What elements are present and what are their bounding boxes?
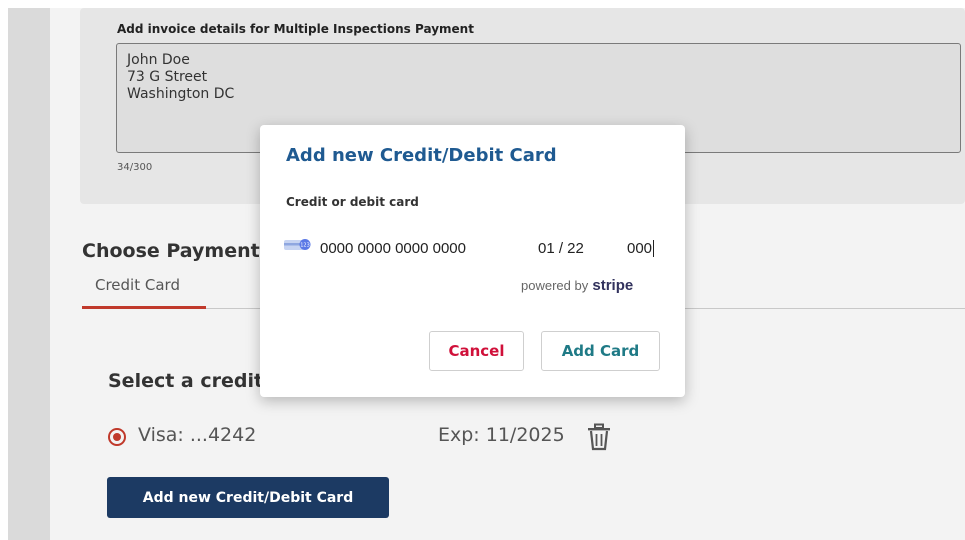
add-card-modal: Add new Credit/Debit Card Credit or debi… — [260, 125, 685, 397]
add-new-card-button[interactable]: Add new Credit/Debit Card — [107, 477, 389, 518]
trash-icon[interactable] — [586, 423, 612, 451]
svg-text:123: 123 — [300, 243, 310, 249]
top-band — [0, 0, 965, 8]
cancel-button[interactable]: Cancel — [429, 331, 524, 371]
saved-card-radio[interactable] — [108, 428, 126, 446]
powered-by-label: powered by — [521, 278, 589, 293]
invoice-details-label: Add invoice details for Multiple Inspect… — [117, 22, 474, 36]
card-number-input[interactable]: 0000 0000 0000 0000 — [320, 240, 466, 257]
add-card-button[interactable]: Add Card — [541, 331, 660, 371]
saved-card-expiry: Exp: 11/2025 — [438, 424, 565, 446]
stripe-logo: stripe — [592, 277, 634, 294]
saved-card-label: Visa: ...4242 — [138, 424, 257, 446]
modal-title: Add new Credit/Debit Card — [286, 145, 557, 166]
invoice-char-counter: 34/300 — [117, 162, 153, 173]
card-field-label: Credit or debit card — [286, 195, 419, 209]
tab-credit-card[interactable]: Credit Card — [95, 276, 180, 294]
choose-payment-heading: Choose Payment — [82, 240, 260, 262]
tab-active-underline — [82, 306, 206, 309]
left-gutter — [0, 8, 8, 540]
card-cvc-input[interactable]: 000 — [627, 240, 655, 257]
powered-by-stripe[interactable]: powered by stripe — [521, 277, 633, 294]
card-brand-icon: 123 — [284, 239, 311, 250]
card-expiry-input[interactable]: 01 / 22 — [538, 240, 584, 257]
